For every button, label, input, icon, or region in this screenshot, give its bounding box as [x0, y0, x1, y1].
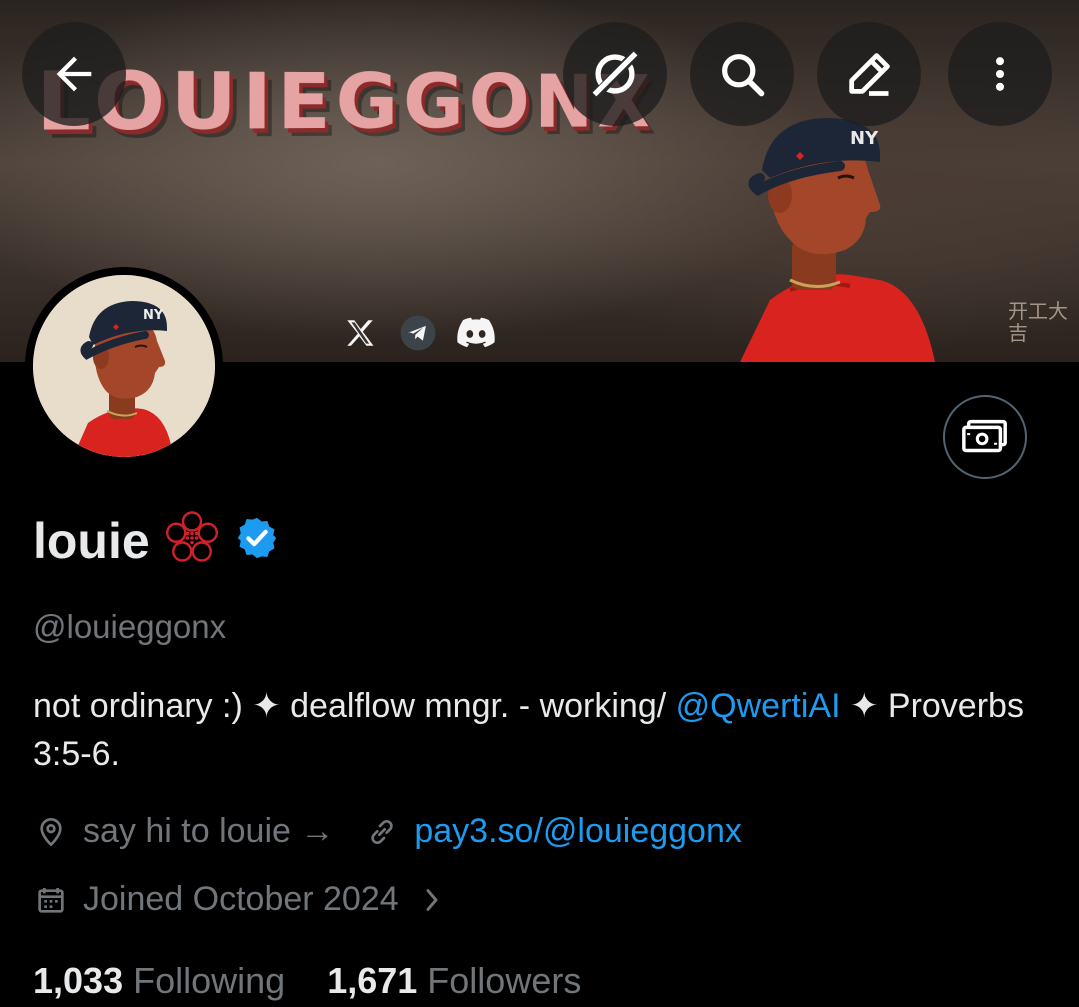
- location-text: say hi to louie →: [83, 812, 335, 850]
- following-link[interactable]: 1,033 Following: [33, 960, 285, 1002]
- discord-icon: [456, 313, 496, 353]
- avatar-image: NY: [33, 275, 215, 457]
- banner-social-icons: [340, 313, 496, 353]
- tip-button[interactable]: [943, 395, 1027, 479]
- back-button[interactable]: [22, 22, 126, 126]
- verified-badge-icon[interactable]: [234, 515, 280, 566]
- svg-text:NY: NY: [850, 128, 879, 149]
- following-label: Following: [133, 960, 286, 1001]
- telegram-icon: [398, 313, 438, 353]
- profile-meta-row: say hi to louie → pay3.so/@louieggonx: [33, 812, 742, 851]
- search-button[interactable]: [690, 22, 794, 126]
- arrow-left-icon: [56, 56, 92, 92]
- joined-row[interactable]: Joined October 2024: [33, 880, 443, 919]
- location-pin-icon: [33, 814, 69, 850]
- chevron-right-icon: [421, 884, 443, 916]
- follow-stats: 1,033 Following 1,671 Followers: [33, 960, 623, 1002]
- grok-button[interactable]: [563, 22, 667, 126]
- bio-mention-link[interactable]: @QwertiAI: [676, 687, 841, 725]
- calendar-icon: [33, 882, 69, 918]
- grok-icon: [592, 48, 641, 100]
- banner-illustration: NY: [740, 118, 935, 362]
- joined-date: Joined October 2024: [83, 880, 399, 918]
- affiliate-emblem-icon: [162, 508, 222, 573]
- bio-text: not ordinary :) ✦ dealflow mngr. - worki…: [33, 687, 676, 725]
- more-vertical-icon: [995, 57, 1005, 91]
- handle: @louieggonx: [33, 608, 227, 645]
- followers-link[interactable]: 1,671 Followers: [327, 960, 581, 1002]
- search-icon: [722, 54, 765, 97]
- banner-title: LOUIEGGONX: [36, 54, 655, 149]
- following-count: 1,033: [33, 960, 124, 1001]
- x-logo-icon: [340, 313, 380, 353]
- display-name: louie: [33, 512, 150, 569]
- money-icon: [962, 419, 1007, 453]
- website-link[interactable]: pay3.so/@louieggonx: [414, 812, 742, 851]
- bio: not ordinary :) ✦ dealflow mngr. - worki…: [33, 682, 1043, 778]
- avatar[interactable]: NY: [25, 267, 223, 465]
- banner-seal: 开工大吉: [1008, 299, 1068, 345]
- followers-label: Followers: [427, 960, 582, 1001]
- followers-count: 1,671: [327, 960, 418, 1001]
- pencil-icon: [849, 53, 890, 96]
- link-icon: [364, 814, 400, 850]
- more-button[interactable]: [948, 22, 1052, 126]
- compose-button[interactable]: [817, 22, 921, 126]
- profile-name-row: louie: [33, 508, 280, 573]
- svg-text:NY: NY: [143, 308, 164, 323]
